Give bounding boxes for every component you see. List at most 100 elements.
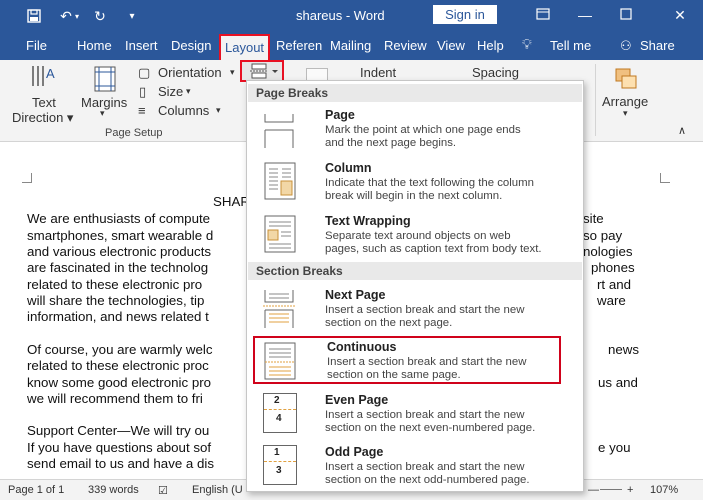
orientation-button[interactable]: Orientation	[158, 65, 222, 80]
breaks-button[interactable]	[240, 60, 284, 82]
columns-dropdown-icon[interactable]: ▾	[216, 105, 221, 116]
tab-design[interactable]: Design	[171, 38, 211, 53]
share-icon[interactable]: ⚇	[620, 38, 632, 54]
document-line-right: ware	[597, 293, 626, 308]
arrange-button[interactable]: Arrange	[602, 94, 648, 109]
document-line: If you have questions about sof	[27, 440, 212, 455]
tab-layout[interactable]: Layout	[219, 34, 271, 60]
tab-references[interactable]: Referen	[276, 38, 322, 53]
next-page-icon	[263, 290, 295, 328]
zoom-in-icon[interactable]: +	[627, 484, 633, 496]
document-line: related to these electronic proc	[27, 358, 209, 373]
continuous-desc: Insert a section break and start the new…	[327, 356, 527, 382]
page-break-item[interactable]: Page Mark the point at which one page en…	[251, 104, 581, 154]
tell-me-search[interactable]: Tell me	[550, 38, 591, 53]
tab-home[interactable]: Home	[77, 38, 112, 53]
next-page-break-item[interactable]: Next Page Insert a section break and sta…	[251, 284, 581, 334]
crop-mark-right	[660, 173, 670, 183]
margins-dropdown-icon[interactable]: ▾	[100, 108, 105, 119]
sign-in-button[interactable]: Sign in	[433, 5, 497, 24]
document-line: Of course, you are warmly welc	[27, 342, 213, 357]
zoom-level[interactable]: 107%	[650, 484, 678, 496]
odd-page-icon: 1 3	[263, 445, 297, 485]
next-page-desc: Insert a section break and start the new…	[325, 304, 525, 330]
customize-toolbar-icon[interactable]: ▾	[122, 6, 142, 26]
document-line-right: news	[608, 342, 640, 357]
tab-help[interactable]: Help	[477, 38, 504, 53]
ribbon-tabs: File Home Insert Design Layout Referen M…	[0, 32, 703, 60]
maximize-icon[interactable]	[613, 4, 639, 26]
close-icon[interactable]: ✕	[667, 4, 693, 26]
columns-icon[interactable]: ≡	[138, 103, 146, 118]
arrange-dropdown-icon[interactable]: ▾	[623, 108, 628, 119]
redo-icon[interactable]: ↻	[90, 6, 110, 26]
odd-page-icon-divider	[264, 461, 296, 462]
tab-file[interactable]: File	[26, 38, 47, 53]
lightbulb-icon[interactable]: 💡︎	[522, 36, 532, 53]
column-break-name: Column	[325, 161, 372, 175]
language[interactable]: English (U	[192, 484, 243, 496]
proofing-icon[interactable]: ☑	[158, 484, 168, 497]
text-direction-label-2[interactable]: Direction ▾	[12, 110, 73, 126]
tab-review[interactable]: Review	[384, 38, 427, 53]
page-breaks-header: Page Breaks	[248, 84, 582, 102]
document-line-right: site	[583, 211, 604, 226]
collapse-ribbon-icon[interactable]: ∧	[678, 124, 686, 137]
continuous-break-item[interactable]: Continuous Insert a section break and st…	[253, 336, 561, 384]
document-line-right: us and	[598, 375, 638, 390]
continuous-icon	[264, 342, 296, 380]
document-line-right: rt and	[597, 277, 632, 292]
document-line: we will recommend them to fri	[27, 391, 203, 406]
document-line-right: so pay	[583, 228, 623, 243]
ribbon-separator	[595, 64, 596, 136]
text-direction-icon[interactable]: A	[30, 64, 56, 90]
ribbon-display-options-icon[interactable]	[530, 4, 556, 26]
text-wrapping-break-item[interactable]: Text Wrapping Separate text around objec…	[251, 210, 581, 260]
size-icon[interactable]: ▯	[139, 84, 146, 100]
word-count[interactable]: 339 words	[88, 484, 139, 496]
page-setup-group-label: Page Setup	[105, 127, 163, 139]
odd-page-break-item[interactable]: 1 3 Odd Page Insert a section break and …	[251, 441, 581, 491]
even-page-icon-divider	[264, 409, 296, 410]
page-break-name: Page	[325, 108, 355, 122]
zoom-out-icon[interactable]: —	[588, 484, 599, 496]
tab-insert[interactable]: Insert	[125, 38, 158, 53]
odd-page-desc: Insert a section break and start the new…	[325, 461, 530, 487]
document-line: SHAR	[213, 194, 250, 209]
crop-mark-left	[22, 173, 32, 183]
tab-view[interactable]: View	[437, 38, 465, 53]
text-direction-label-1[interactable]: Text	[32, 95, 56, 110]
section-breaks-header: Section Breaks	[248, 262, 582, 280]
window-title: shareus - Word	[296, 8, 385, 23]
columns-button[interactable]: Columns	[158, 103, 209, 118]
text-wrapping-desc: Separate text around objects on web pages…	[325, 230, 542, 256]
minimize-icon[interactable]: —	[572, 4, 598, 26]
indent-label: Indent	[360, 65, 397, 80]
text-wrapping-icon	[264, 215, 296, 253]
column-break-item[interactable]: Column Indicate that the text following …	[251, 157, 581, 207]
page-count[interactable]: Page 1 of 1	[8, 484, 64, 496]
save-icon[interactable]	[24, 6, 44, 26]
orientation-dropdown-icon[interactable]: ▾	[230, 67, 235, 78]
page-break-icon	[264, 114, 294, 148]
tab-mailings[interactable]: Mailing	[330, 38, 371, 53]
document-line-right: phones	[591, 260, 635, 275]
odd-page-icon-number: 1	[274, 447, 280, 458]
arrange-icon[interactable]	[613, 66, 639, 92]
share-button[interactable]: Share	[640, 38, 675, 53]
document-line-right: e you	[598, 440, 631, 455]
continuous-name: Continuous	[327, 340, 397, 354]
document-line: Support Center—We will try ou	[27, 423, 210, 438]
document-line: will share the technologies, tip	[27, 293, 205, 308]
zoom-slider[interactable]	[600, 489, 622, 490]
size-dropdown-icon[interactable]: ▾	[186, 86, 191, 97]
document-line: and various electronic products	[27, 244, 212, 259]
column-break-desc: Indicate that the text following the col…	[325, 177, 534, 203]
page-break-desc: Mark the point at which one page ends and…	[325, 124, 521, 150]
undo-dropdown-icon[interactable]: ▾	[72, 6, 82, 26]
document-line: smartphones, smart wearable d	[27, 228, 214, 243]
orientation-icon[interactable]: ▢	[138, 65, 150, 81]
size-button[interactable]: Size	[158, 84, 183, 99]
even-page-break-item[interactable]: 2 4 Even Page Insert a section break and…	[251, 389, 581, 439]
margins-icon[interactable]	[93, 66, 119, 92]
